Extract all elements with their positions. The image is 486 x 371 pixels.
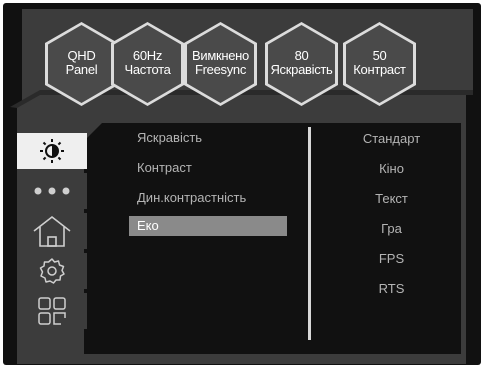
eco-option-game[interactable]: Гра [319, 221, 464, 236]
menu-item-dynamic-contrast[interactable]: Дин.контрастність [129, 188, 287, 208]
monitor-osd: QHD Panel 60Hz Частота Вимкнено Freesync 80… [3, 3, 481, 365]
grid-icon [38, 297, 66, 325]
sidebar-settings[interactable] [17, 253, 87, 289]
settings-gear-icon [39, 258, 65, 284]
status-badge-freesync: Вимкнено Freesync [184, 22, 257, 106]
status-badge-contrast: 50 Контраст [343, 22, 416, 106]
badge-text: Вимкнено Freesync [192, 48, 249, 77]
eco-option-text[interactable]: Текст [319, 191, 464, 206]
sidebar-apps[interactable] [17, 293, 87, 329]
brightness-icon [40, 139, 64, 163]
menu-item-brightness[interactable]: Яскравість [129, 128, 287, 148]
eco-option-movie[interactable]: Кіно [319, 161, 464, 176]
eco-option-standard[interactable]: Стандарт [319, 131, 464, 146]
badge-text: 60Hz Частота [124, 48, 171, 77]
menu-item-eco[interactable]: Еко [129, 216, 287, 236]
sidebar-more[interactable] [17, 173, 87, 209]
badge-text: 50 Контраст [353, 48, 406, 77]
badge-text: 80 Яскравість [270, 48, 333, 77]
home-icon [33, 215, 71, 247]
eco-option-fps[interactable]: FPS [319, 251, 464, 266]
status-badge-brightness: 80 Яскравість [265, 22, 338, 106]
sidebar-brightness[interactable] [17, 133, 87, 169]
sidebar-home[interactable] [17, 213, 87, 249]
status-badge-panel: QHD Panel [45, 22, 118, 106]
menu-item-contrast[interactable]: Контраст [129, 158, 287, 178]
status-badge-frequency: 60Hz Частота [111, 22, 184, 106]
badge-text: QHD Panel [65, 48, 98, 77]
eco-option-rts[interactable]: RTS [319, 281, 464, 296]
more-dots-icon [34, 187, 70, 195]
